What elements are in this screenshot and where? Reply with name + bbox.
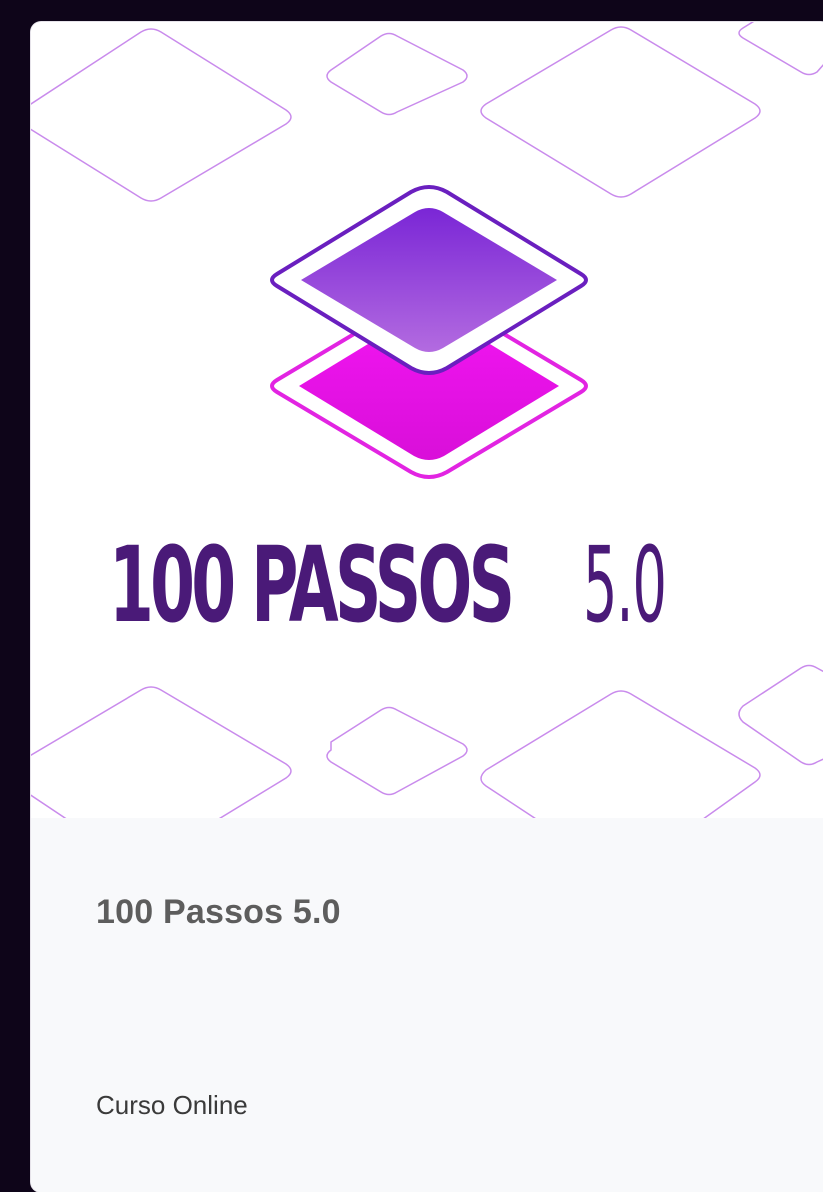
logo-wordmark-version: 5.0 (583, 524, 667, 646)
course-info-panel: 100 Passos 5.0 Curso Online (31, 818, 823, 1192)
course-logo-wordmark: 100 PASSOS 5.0 (109, 510, 742, 660)
logo-wordmark-bold: 100 PASSOS (109, 524, 515, 646)
course-type-label: Curso Online (96, 1090, 248, 1120)
course-card[interactable]: 100 PASSOS 5.0 100 Passos 5.0 Curso Onlin… (31, 22, 823, 1192)
stacked-diamond-layers-icon (270, 185, 588, 479)
course-title[interactable]: 100 Passos 5.0 (96, 893, 341, 932)
course-cover-image: 100 PASSOS 5.0 (31, 22, 823, 818)
